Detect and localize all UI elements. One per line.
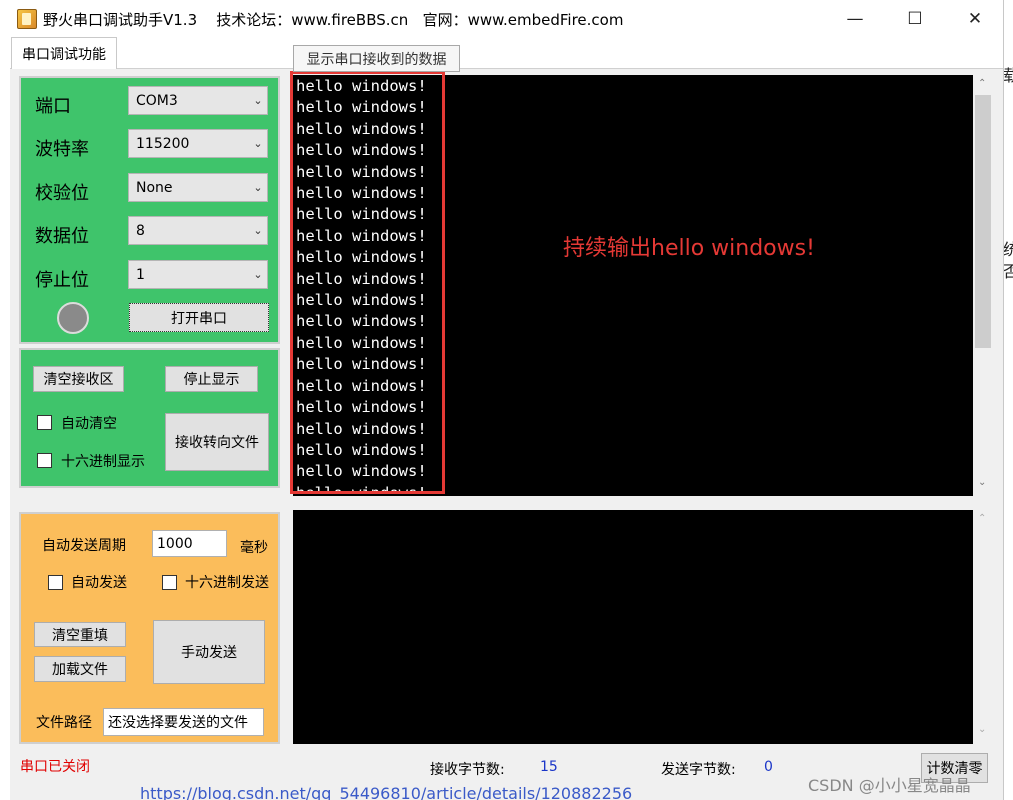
maximize-button[interactable]: ☐ xyxy=(886,0,944,38)
stop-display-button[interactable]: 停止显示 xyxy=(165,366,258,392)
baud-select[interactable]: 115200 ⌄ xyxy=(128,129,268,158)
title-bar: 野火串口调试助手V1.3 技术论坛：www.fireBBS.cn 官网：www.… xyxy=(0,0,1003,38)
file-path-label: 文件路径 xyxy=(36,715,92,731)
scroll-thumb[interactable] xyxy=(975,95,991,348)
databits-label: 数据位 xyxy=(35,226,89,247)
background-text: 统 xyxy=(1003,240,1013,259)
scroll-up-icon[interactable]: ⌃ xyxy=(978,513,986,524)
auto-send-checkbox[interactable] xyxy=(48,575,63,590)
background-text: 载 xyxy=(1003,66,1013,85)
stopbits-value: 1 xyxy=(136,266,145,283)
stopbits-select[interactable]: 1 ⌄ xyxy=(128,260,268,289)
chevron-down-icon: ⌄ xyxy=(253,224,263,237)
send-scrollbar[interactable]: ⌃ ⌄ xyxy=(974,510,992,744)
hex-send-label: 十六进制发送 xyxy=(185,575,269,591)
chevron-down-icon: ⌄ xyxy=(253,181,263,194)
clear-receive-label: 清空接收区 xyxy=(43,372,114,388)
highlight-box xyxy=(290,71,445,494)
load-file-label: 加载文件 xyxy=(52,662,108,678)
auto-clear-label: 自动清空 xyxy=(61,416,117,432)
receive-scrollbar[interactable]: ⌃ ⌄ xyxy=(974,75,992,496)
period-input[interactable]: 1000 xyxy=(152,530,227,557)
annotation-text: 持续输出hello windows! xyxy=(563,236,815,261)
minimize-icon: — xyxy=(846,9,864,29)
port-status-led xyxy=(57,302,89,334)
send-terminal[interactable] xyxy=(293,510,973,744)
clear-receive-button[interactable]: 清空接收区 xyxy=(33,366,124,392)
parity-select[interactable]: None ⌄ xyxy=(128,173,268,202)
chevron-down-icon: ⌄ xyxy=(253,94,263,107)
hex-display-checkbox[interactable] xyxy=(37,453,52,468)
app-icon xyxy=(17,9,37,29)
auto-clear-checkbox[interactable] xyxy=(37,415,52,430)
clear-refill-label: 清空重填 xyxy=(52,627,108,644)
period-unit: 毫秒 xyxy=(240,540,268,556)
manual-send-button[interactable]: 手动发送 xyxy=(153,620,265,684)
chevron-down-icon: ⌄ xyxy=(253,137,263,150)
tooltip: 显示串口接收到的数据 xyxy=(293,45,460,72)
stopbits-label: 停止位 xyxy=(35,270,89,291)
load-file-button[interactable]: 加载文件 xyxy=(34,656,126,682)
file-path-input[interactable]: 还没选择要发送的文件 xyxy=(103,708,264,736)
stop-display-label: 停止显示 xyxy=(183,372,240,388)
rx-count-label: 接收字节数: xyxy=(430,762,505,778)
chevron-down-icon: ⌄ xyxy=(253,268,263,281)
background-text: 否 xyxy=(1003,262,1013,281)
close-button[interactable]: ✕ xyxy=(946,0,1003,38)
maximize-icon: ☐ xyxy=(907,9,923,29)
app-window: 野火串口调试助手V1.3 技术论坛：www.fireBBS.cn 官网：www.… xyxy=(0,0,1004,800)
background-url: https://blog.csdn.net/qq_54496810/articl… xyxy=(140,784,633,800)
port-value: COM3 xyxy=(136,92,178,109)
rx-count-value: 15 xyxy=(540,759,558,775)
parity-label: 校验位 xyxy=(35,183,89,204)
hex-send-checkbox[interactable] xyxy=(162,575,177,590)
databits-select[interactable]: 8 ⌄ xyxy=(128,216,268,245)
hex-display-label: 十六进制显示 xyxy=(61,454,145,470)
watermark: CSDN @小小星宽晶晶 xyxy=(808,776,971,795)
manual-send-label: 手动发送 xyxy=(181,645,237,661)
auto-send-label: 自动发送 xyxy=(71,575,127,591)
scroll-up-icon[interactable]: ⌃ xyxy=(978,78,986,89)
port-state-status: 串口已关闭 xyxy=(20,759,90,775)
period-label: 自动发送周期 xyxy=(42,538,126,554)
scroll-down-icon[interactable]: ⌄ xyxy=(978,724,986,735)
redirect-to-file-label: 接收转向文件 xyxy=(175,435,259,451)
scroll-down-icon[interactable]: ⌄ xyxy=(978,477,986,488)
open-port-button[interactable]: 打开串口 xyxy=(129,303,269,332)
window-title: 野火串口调试助手V1.3 技术论坛：www.fireBBS.cn 官网：www.… xyxy=(43,11,624,29)
baud-value: 115200 xyxy=(136,135,190,152)
close-icon: ✕ xyxy=(967,9,983,29)
baud-label: 波特率 xyxy=(35,139,89,160)
file-path-value: 还没选择要发送的文件 xyxy=(108,715,248,731)
open-port-label: 打开串口 xyxy=(171,310,227,327)
redirect-to-file-button[interactable]: 接收转向文件 xyxy=(165,413,269,471)
tab-label: 串口调试功能 xyxy=(22,46,106,63)
parity-value: None xyxy=(136,179,173,196)
tx-count-label: 发送字节数: xyxy=(661,762,736,778)
tx-count-value: 0 xyxy=(764,759,773,775)
databits-value: 8 xyxy=(136,222,145,239)
clear-refill-button[interactable]: 清空重填 xyxy=(34,622,126,647)
tab-serial-debug[interactable]: 串口调试功能 xyxy=(11,37,117,69)
tooltip-text: 显示串口接收到的数据 xyxy=(306,51,447,68)
period-value: 1000 xyxy=(157,535,193,552)
minimize-button[interactable]: — xyxy=(826,0,884,38)
port-select[interactable]: COM3 ⌄ xyxy=(128,86,268,115)
port-label: 端口 xyxy=(35,96,71,117)
